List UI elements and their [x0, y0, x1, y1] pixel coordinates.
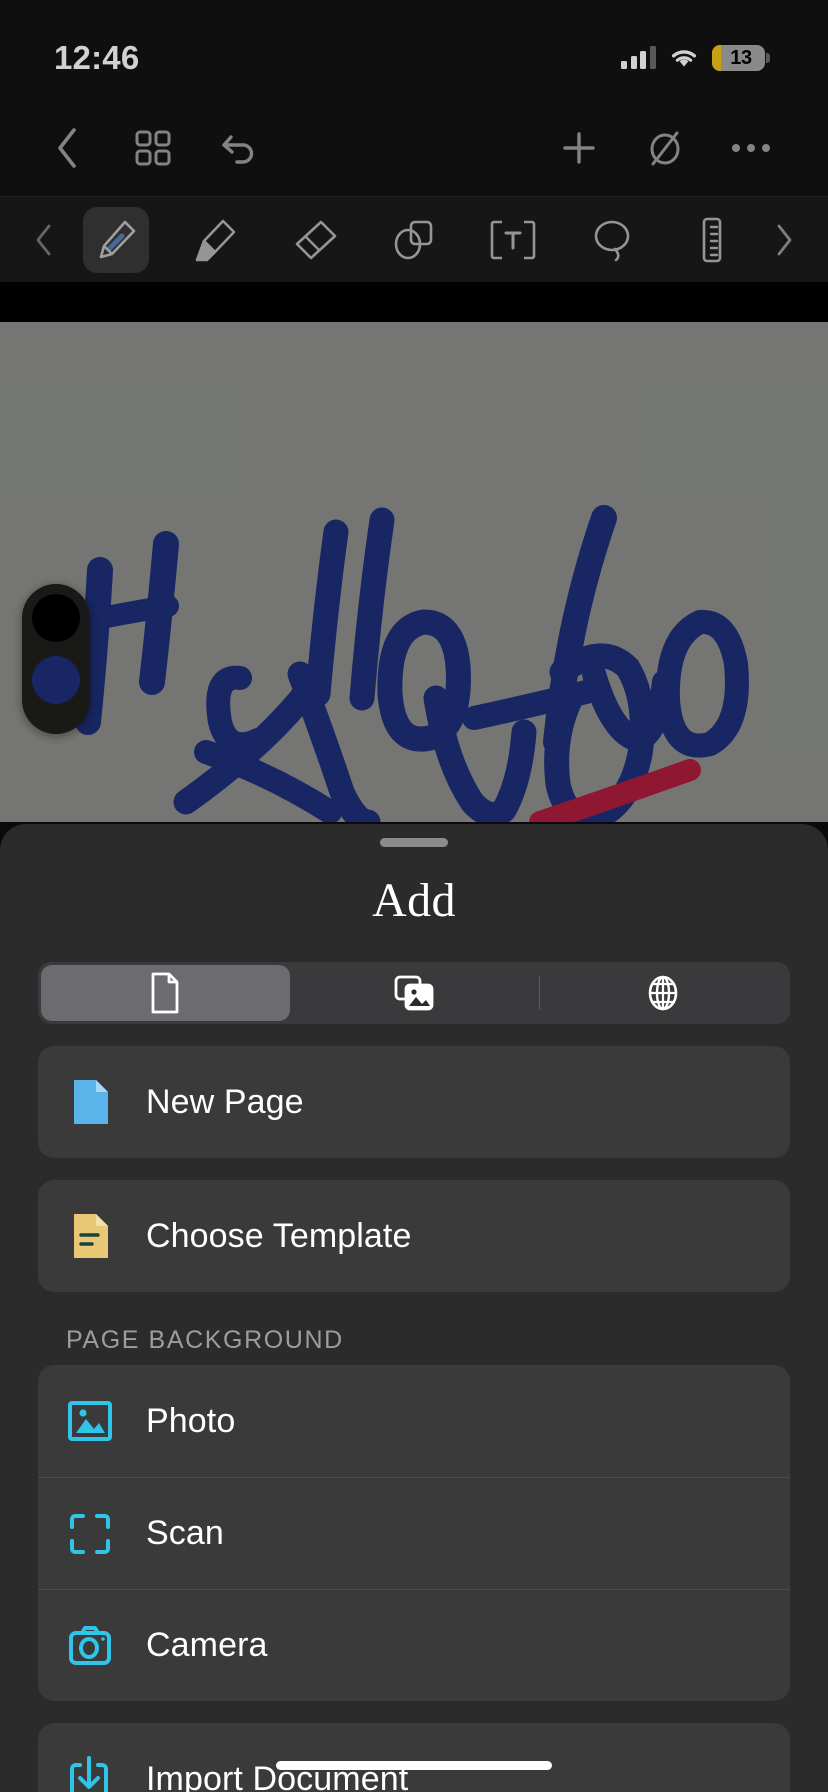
globe-icon: [648, 975, 677, 1011]
page-grid-button[interactable]: [124, 119, 182, 177]
add-sheet: Add New Page Choose Template PAGE BACKGR…: [0, 824, 828, 1792]
undo-button[interactable]: [210, 119, 268, 177]
camera-icon: [66, 1622, 114, 1670]
shape-icon: [394, 220, 433, 259]
choose-template-label: Choose Template: [146, 1216, 412, 1255]
sheet-grabber[interactable]: [380, 838, 448, 847]
shape-tool[interactable]: [381, 207, 447, 273]
ellipsis-icon: [732, 144, 770, 152]
ruler-tool[interactable]: [679, 207, 745, 273]
no-annotation-button[interactable]: [636, 119, 694, 177]
photo-row[interactable]: Photo: [38, 1365, 790, 1477]
source-segmented-control: [38, 962, 790, 1024]
scan-label: Scan: [146, 1514, 224, 1552]
home-indicator[interactable]: [276, 1761, 552, 1770]
highlighter-icon: [195, 219, 236, 261]
canvas-top-gap: [0, 282, 828, 322]
scan-row[interactable]: Scan: [38, 1477, 790, 1589]
lasso-tool[interactable]: [580, 207, 646, 273]
camera-row[interactable]: Camera: [38, 1589, 790, 1701]
cellular-signal-icon: [621, 46, 656, 69]
sheet-title: Add: [372, 874, 456, 927]
highlighter-tool[interactable]: [182, 207, 248, 273]
navigation-bar: [0, 100, 828, 196]
page-background-header: PAGE BACKGROUND: [66, 1326, 344, 1354]
battery-icon: 13: [711, 45, 765, 71]
status-bar: 12:46 13: [0, 0, 828, 100]
segment-web[interactable]: [538, 965, 787, 1021]
segment-document[interactable]: [41, 965, 290, 1021]
text-box-tool[interactable]: [480, 207, 546, 273]
app-screen: 12:46 13 Add New Page Choose Template PA…: [0, 0, 828, 1792]
tool-palette-next-button[interactable]: [762, 212, 806, 268]
photo-label: Photo: [146, 1401, 236, 1440]
drawing-canvas[interactable]: [0, 322, 828, 822]
ruler-icon: [702, 217, 722, 262]
import-icon: [66, 1755, 114, 1792]
template-page-icon: [66, 1212, 114, 1260]
more-options-button[interactable]: [722, 119, 780, 177]
document-icon: [151, 972, 179, 1014]
blue-page-icon: [66, 1078, 114, 1126]
import-document-row[interactable]: Import Document: [38, 1723, 790, 1792]
plus-icon: [563, 132, 595, 164]
pen-icon: [99, 220, 136, 258]
nav-right-group: [522, 119, 780, 177]
eraser-icon: [295, 220, 336, 259]
battery-cap: [766, 53, 770, 63]
status-time: 12:46: [54, 39, 140, 76]
new-page-label: New Page: [146, 1082, 304, 1121]
tool-palette: [0, 196, 828, 282]
battery-percent: 13: [730, 46, 752, 69]
text-box-icon: [491, 220, 536, 259]
tool-palette-prev-button[interactable]: [22, 212, 66, 268]
grid-icon: [135, 130, 171, 166]
status-indicators: 13: [621, 29, 770, 71]
nav-left-group: [38, 119, 296, 177]
back-button[interactable]: [38, 119, 96, 177]
color-swatch-black[interactable]: [32, 594, 80, 642]
eraser-tool[interactable]: [282, 207, 348, 273]
wifi-icon: [671, 50, 696, 67]
lasso-icon: [594, 220, 630, 261]
circle-slash-icon: [650, 131, 680, 166]
chevron-right-icon: [777, 224, 792, 255]
page-background-card: Photo Scan Camera: [38, 1365, 790, 1701]
camera-label: Camera: [146, 1626, 268, 1664]
chevron-left-icon: [36, 224, 51, 255]
choose-template-card: Choose Template: [38, 1180, 790, 1292]
choose-template-row[interactable]: Choose Template: [38, 1180, 790, 1292]
new-page-row[interactable]: New Page: [38, 1046, 790, 1158]
new-page-card: New Page: [38, 1046, 790, 1158]
segment-photos[interactable]: [290, 965, 539, 1021]
photo-icon: [66, 1397, 114, 1445]
color-swatch-blue[interactable]: [32, 656, 80, 704]
add-button[interactable]: [550, 119, 608, 177]
tool-list: [66, 206, 762, 273]
pen-tool[interactable]: [82, 206, 149, 273]
import-document-card: Import Document: [38, 1723, 790, 1792]
battery-fill: [711, 45, 722, 71]
handwriting-ink: [71, 505, 749, 822]
color-palette-widget[interactable]: [22, 584, 90, 734]
scan-frame-icon: [66, 1510, 114, 1558]
photo-stack-icon: [394, 975, 434, 1011]
undo-arrow-icon: [222, 135, 254, 164]
